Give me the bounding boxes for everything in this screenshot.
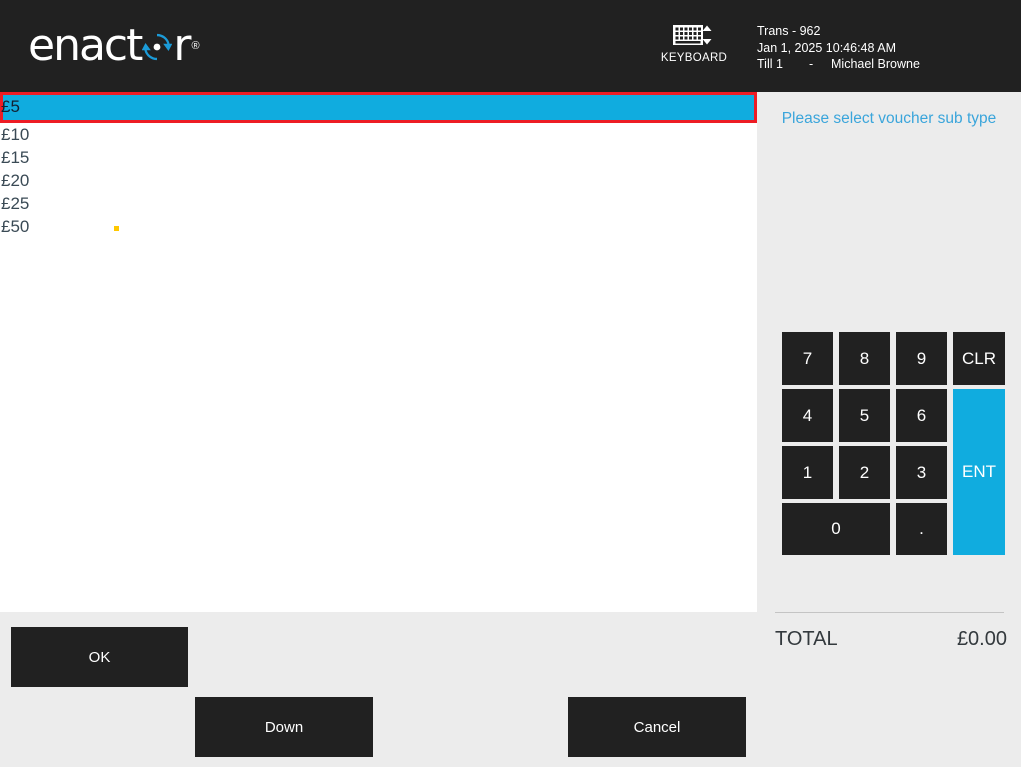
keypad-key-5-label: 5 [859, 405, 870, 425]
keypad-key-3-label: 3 [916, 462, 927, 482]
keypad-key-1-label: 1 [802, 462, 813, 482]
keypad-key-decimal[interactable]: . [896, 503, 947, 555]
keypad-key-clear-label: CLR [961, 348, 996, 368]
keypad-key-9[interactable]: 9 [896, 332, 947, 385]
keypad-key-clear[interactable]: CLR [953, 332, 1005, 385]
logo-text-before: enact [28, 20, 143, 71]
ok-button[interactable]: OK [11, 627, 188, 687]
right-side-panel: Please select voucher sub type 7 8 9 CLR… [757, 92, 1021, 767]
total-row: TOTAL £0.00 [775, 628, 1007, 651]
keypad-key-1[interactable]: 1 [782, 446, 833, 499]
keypad-key-6-label: 6 [916, 405, 927, 425]
list-item[interactable]: £15 [0, 146, 757, 169]
keypad-key-5[interactable]: 5 [839, 389, 890, 442]
keypad-key-0[interactable]: 0 [782, 503, 890, 555]
keypad-key-decimal-label: . [919, 519, 924, 538]
keypad-key-0-label: 0 [831, 519, 841, 538]
list-item-label: £15 [1, 148, 30, 167]
list-item[interactable]: £20 [0, 169, 757, 192]
transaction-info: Trans - 962 Jan 1, 2025 10:46:48 AM Till… [757, 23, 920, 73]
keypad-key-enter-label: ENT [962, 462, 996, 481]
logo-trademark: ® [191, 39, 199, 52]
transaction-datetime: Jan 1, 2025 10:46:48 AM [757, 40, 896, 55]
transaction-number: Trans - 962 [757, 24, 821, 38]
list-item[interactable]: £25 [0, 192, 757, 215]
keypad-key-8-label: 8 [859, 348, 870, 368]
numeric-keypad: 7 8 9 CLR 4 5 6 ENT 1 2 3 0 . [782, 332, 1021, 562]
keypad-key-7[interactable]: 7 [782, 332, 833, 385]
action-button-bar: OK Down Cancel [0, 612, 757, 767]
keypad-key-4-label: 4 [802, 405, 813, 425]
keypad-key-2-label: 2 [859, 462, 870, 482]
cancel-button[interactable]: Cancel [568, 697, 746, 757]
total-label: TOTAL [775, 628, 838, 650]
total-value: £0.00 [956, 628, 1007, 650]
list-item-label: £5 [1, 97, 20, 116]
down-button[interactable]: Down [195, 697, 373, 757]
keypad-key-9-label: 9 [916, 348, 927, 368]
till-operator: Till 1 - Michael Browne [757, 56, 920, 73]
list-item-label: £20 [1, 171, 30, 190]
voucher-subtype-list[interactable]: £5 £10 £15 £20 £25 £50 [0, 92, 757, 612]
cancel-button-label: Cancel [633, 718, 681, 736]
list-item-label: £10 [1, 125, 30, 144]
logo-text-after: r [173, 20, 191, 71]
cursor-marker-icon [114, 226, 119, 231]
keypad-key-enter[interactable]: ENT [953, 389, 1005, 555]
list-item-label: £25 [1, 194, 30, 213]
total-divider [775, 612, 1004, 613]
keypad-key-6[interactable]: 6 [896, 389, 947, 442]
keypad-key-8[interactable]: 8 [839, 332, 890, 385]
enactor-logo: enact r ® [28, 20, 200, 71]
keyboard-button[interactable]: KEYBOARD [660, 22, 728, 76]
list-item-label: £50 [1, 217, 30, 236]
keypad-key-2[interactable]: 2 [839, 446, 890, 499]
ok-button-label: OK [88, 648, 111, 666]
list-item[interactable]: £10 [0, 123, 757, 146]
keypad-key-4[interactable]: 4 [782, 389, 833, 442]
operator-name: Michael Browne [831, 57, 920, 71]
prompt-message: Please select voucher sub type [781, 110, 997, 127]
list-item[interactable]: £5 [0, 92, 757, 123]
down-button-label: Down [264, 718, 304, 736]
keyboard-icon [672, 22, 716, 48]
keypad-key-3[interactable]: 3 [896, 446, 947, 499]
cycle-arrows-icon [142, 32, 173, 62]
till-separator: - [809, 57, 814, 71]
till-id: Till 1 [757, 57, 783, 71]
app-header: enact r ® KEYBOARD Trans - 962 Jan 1, 20… [0, 0, 1021, 92]
keypad-key-7-label: 7 [802, 348, 813, 368]
keyboard-label: KEYBOARD [660, 52, 728, 64]
pos-application: enact r ® KEYBOARD Trans - 962 Jan 1, 20… [0, 0, 1021, 767]
